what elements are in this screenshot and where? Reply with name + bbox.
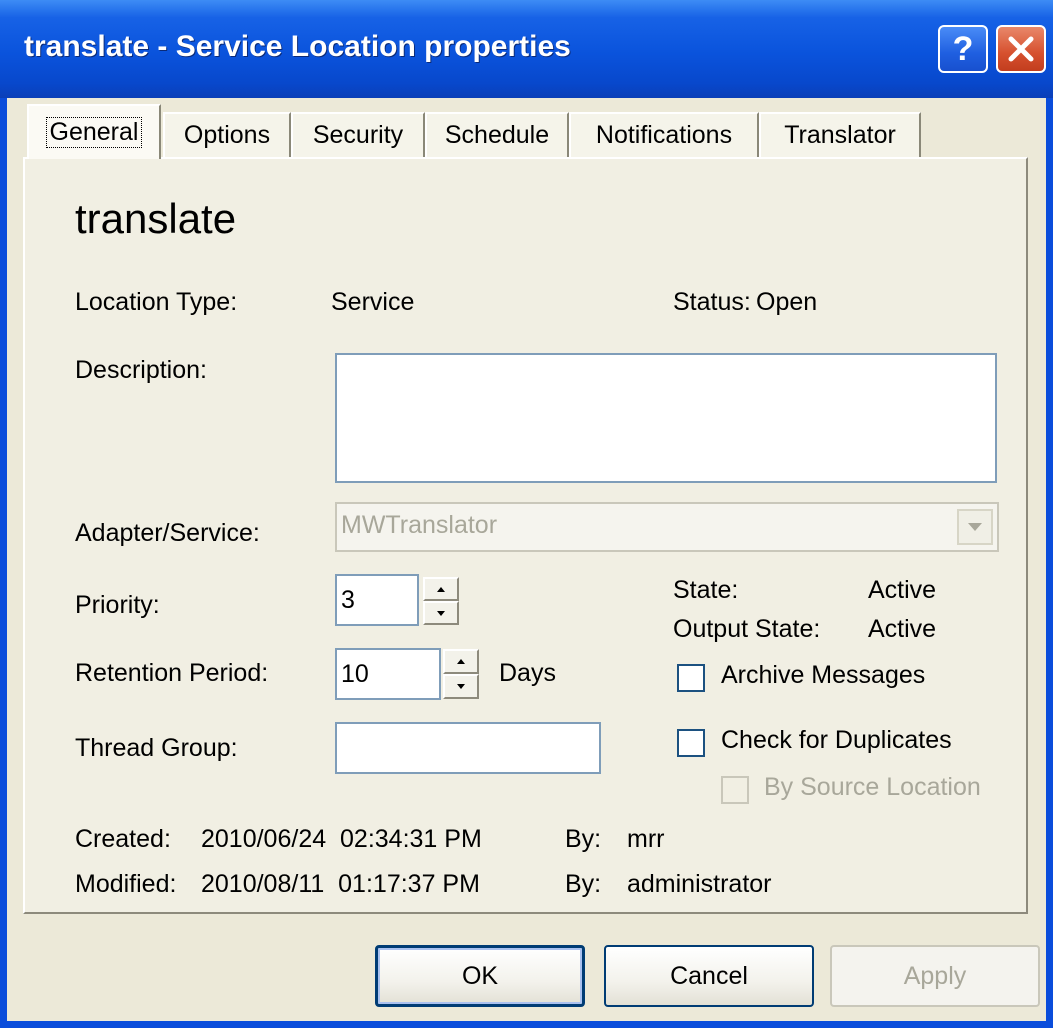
tab-security[interactable]: Security bbox=[291, 112, 425, 157]
tab-label: General bbox=[45, 117, 143, 148]
arrow-up-icon bbox=[437, 586, 445, 592]
tab-label: Notifications bbox=[595, 121, 733, 149]
retention-up-button[interactable] bbox=[443, 649, 479, 674]
arrow-down-icon bbox=[457, 684, 465, 689]
state-value: Active bbox=[868, 576, 937, 604]
check-duplicates-checkbox[interactable] bbox=[677, 729, 705, 757]
thread-group-label: Thread Group: bbox=[75, 734, 238, 762]
archive-messages-label[interactable]: Archive Messages bbox=[721, 661, 925, 690]
retention-period-label: Retention Period: bbox=[75, 659, 269, 687]
output-state-value: Active bbox=[868, 615, 937, 643]
location-type-label: Location Type: bbox=[75, 288, 238, 316]
check-duplicates-label[interactable]: Check for Duplicates bbox=[721, 726, 952, 755]
created-value: 2010/06/24 02:34:31 PM bbox=[201, 825, 482, 853]
description-label: Description: bbox=[75, 356, 207, 384]
tab-schedule[interactable]: Schedule bbox=[425, 112, 569, 157]
dialog-window: translate - Service Location properties … bbox=[0, 0, 1053, 1028]
ok-button[interactable]: OK bbox=[375, 945, 585, 1007]
priority-label: Priority: bbox=[75, 591, 160, 619]
tab-options[interactable]: Options bbox=[163, 112, 291, 157]
tab-general[interactable]: General bbox=[27, 104, 161, 159]
status-label: Status: bbox=[673, 288, 751, 316]
modified-by-label: By: bbox=[565, 870, 602, 898]
created-label: Created: bbox=[75, 825, 171, 853]
adapter-service-label: Adapter/Service: bbox=[75, 519, 260, 547]
retention-period-value: 10 bbox=[341, 660, 369, 688]
description-value bbox=[337, 365, 341, 393]
tab-label: Security bbox=[312, 121, 404, 149]
cancel-button[interactable]: Cancel bbox=[604, 945, 814, 1007]
tab-translator[interactable]: Translator bbox=[759, 112, 921, 157]
close-button[interactable] bbox=[996, 25, 1046, 73]
general-tab-panel: translate Location Type: Service Status:… bbox=[23, 157, 1028, 914]
arrow-down-icon bbox=[437, 610, 445, 616]
priority-field[interactable]: 3 bbox=[335, 574, 419, 626]
retention-unit: Days bbox=[499, 659, 556, 687]
title-bar[interactable]: translate - Service Location properties … bbox=[0, 0, 1053, 98]
chevron-down-icon bbox=[968, 522, 982, 531]
priority-down-button[interactable] bbox=[423, 601, 459, 625]
state-label: State: bbox=[673, 576, 739, 604]
created-by-label: By: bbox=[565, 825, 602, 853]
by-source-location-label: By Source Location bbox=[764, 773, 981, 801]
status-value: Open bbox=[756, 288, 818, 316]
priority-value: 3 bbox=[341, 586, 355, 614]
adapter-service-value: MWTranslator bbox=[341, 511, 498, 539]
modified-by-value: administrator bbox=[627, 870, 772, 898]
tab-notifications[interactable]: Notifications bbox=[569, 112, 759, 157]
priority-spinner bbox=[423, 577, 459, 625]
dialog-client-area: General Options Security Schedule Notifi… bbox=[7, 98, 1046, 1021]
location-type-value: Service bbox=[331, 288, 415, 316]
dropdown-button bbox=[957, 509, 993, 545]
apply-button: Apply bbox=[830, 945, 1040, 1007]
created-by-value: mrr bbox=[627, 825, 665, 853]
adapter-service-select: MWTranslator bbox=[335, 502, 999, 552]
help-button[interactable]: ? bbox=[938, 25, 988, 73]
close-icon bbox=[1008, 36, 1034, 62]
archive-messages-checkbox[interactable] bbox=[677, 664, 705, 692]
output-state-label: Output State: bbox=[673, 615, 821, 643]
retention-down-button[interactable] bbox=[443, 674, 479, 699]
tab-label: Translator bbox=[784, 121, 896, 149]
modified-label: Modified: bbox=[75, 870, 177, 898]
window-title: translate - Service Location properties bbox=[24, 30, 571, 63]
arrow-up-icon bbox=[457, 659, 465, 664]
help-icon: ? bbox=[952, 29, 974, 68]
by-source-location-checkbox bbox=[721, 776, 749, 804]
description-field[interactable] bbox=[335, 353, 997, 483]
tab-label: Schedule bbox=[444, 121, 550, 149]
thread-group-field[interactable] bbox=[335, 722, 601, 774]
location-heading: translate bbox=[75, 195, 237, 242]
tab-label: Options bbox=[183, 121, 271, 149]
priority-up-button[interactable] bbox=[423, 577, 459, 601]
retention-period-field[interactable]: 10 bbox=[335, 648, 441, 700]
modified-value: 2010/08/11 01:17:37 PM bbox=[201, 870, 480, 898]
thread-group-value bbox=[337, 734, 341, 762]
retention-spinner bbox=[443, 649, 479, 699]
